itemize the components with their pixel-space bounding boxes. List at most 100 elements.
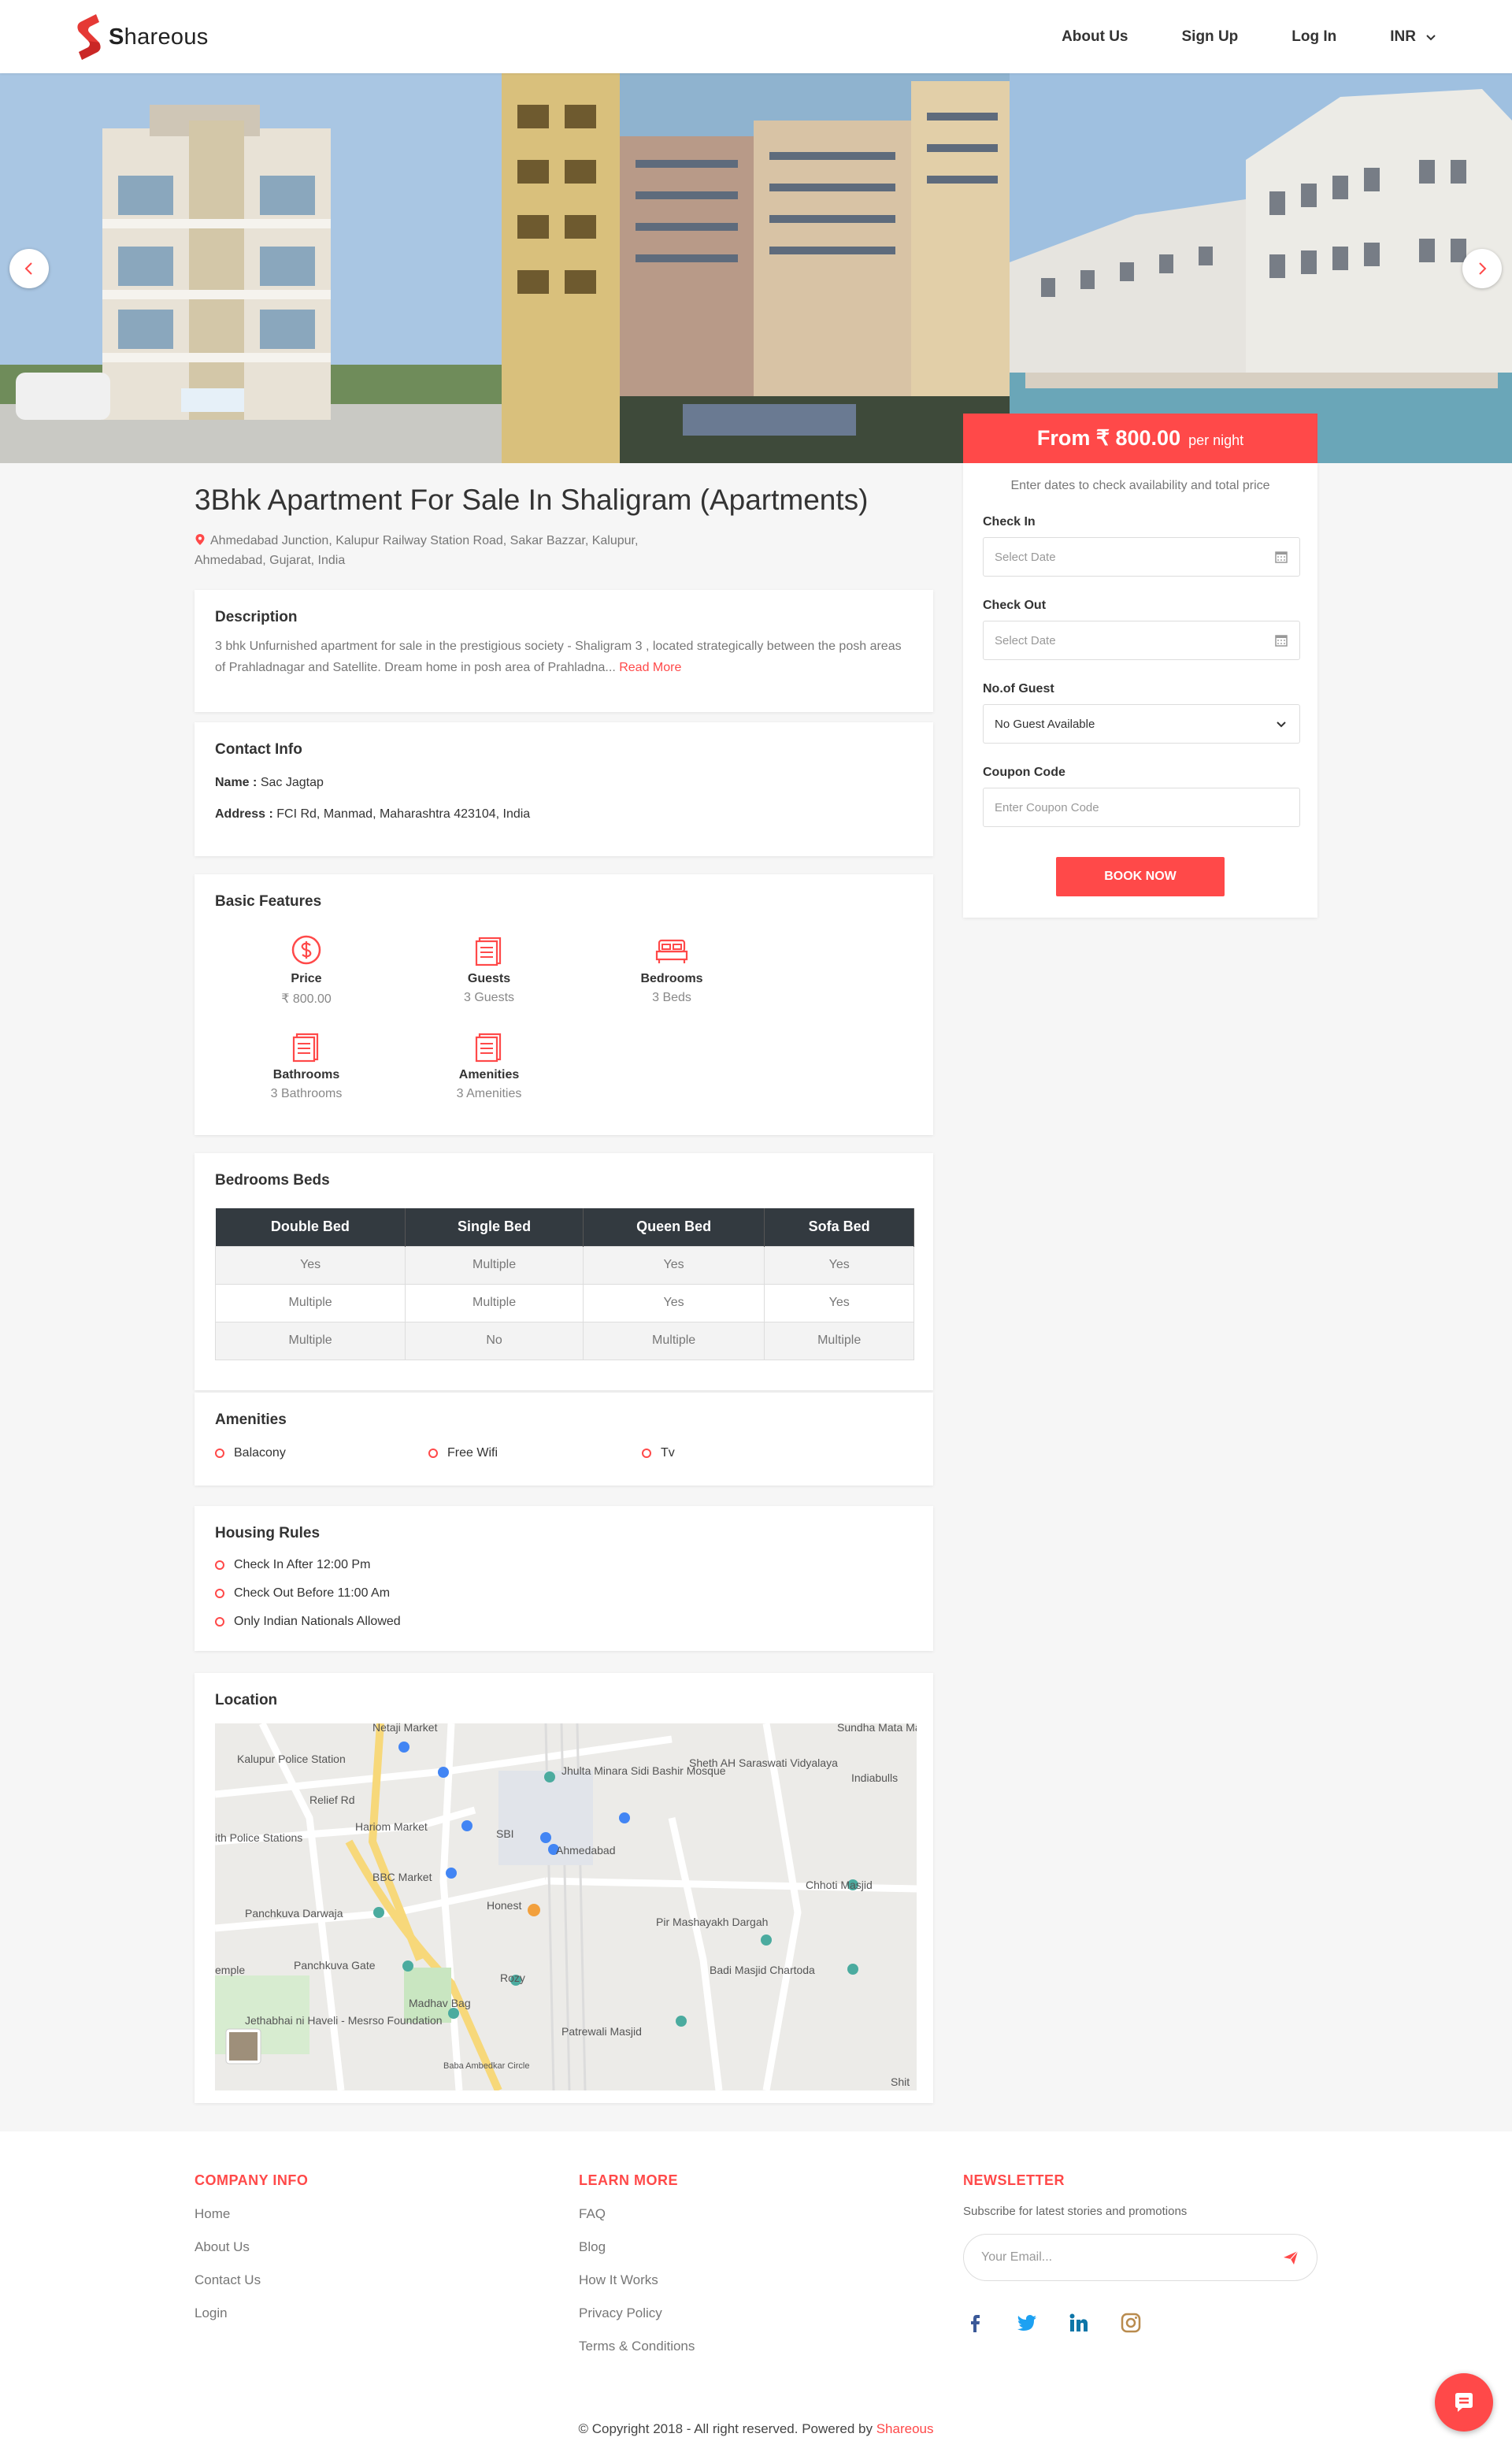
document-icon [292,1033,319,1063]
table-row: Multiple No Multiple Multiple [214,1321,914,1360]
features-heading: Basic Features [215,893,322,910]
location-map[interactable]: Netaji Market Sundha Mata Mandir Kalupur… [215,1723,917,2090]
feature-name: Bedrooms [640,972,703,985]
checkin-input[interactable]: Select Date [983,537,1300,577]
footer-link-home[interactable]: Home [195,2206,308,2222]
listing-title: 3Bhk Apartment For Sale In Shaligram (Ap… [195,484,869,516]
list-item: Check In After 12:00 Pm [215,1558,913,1572]
map-label: emple [215,1964,245,1976]
map-label: Shit [891,2075,910,2088]
amenity-label: Balacony [234,1446,286,1460]
checkout-label: Check Out [983,599,1047,612]
map-label: Indiabulls [851,1771,898,1784]
contact-card: Contact Info Name : Sac Jagtap Address :… [195,722,933,856]
footer-learn: LEARN MORE FAQ Blog How It Works Privacy… [579,2172,695,2354]
price-unit: per night [1188,432,1244,448]
nav-sign-up[interactable]: Sign Up [1182,28,1239,46]
checkout-input[interactable]: Select Date [983,621,1300,660]
table-row: Yes Multiple Yes Yes [214,1245,914,1285]
twitter-link[interactable] [1015,2311,1039,2335]
chat-button[interactable] [1435,2373,1493,2432]
rule-label: Check In After 12:00 Pm [234,1558,371,1571]
footer-link-how-it-works[interactable]: How It Works [579,2272,695,2288]
amenity-label: Tv [661,1446,675,1460]
nav-about-us[interactable]: About Us [1062,28,1128,46]
table-row: Multiple Multiple Yes Yes [214,1283,914,1322]
read-more-link[interactable]: Read More [619,661,681,674]
nav-log-in[interactable]: Log In [1292,28,1336,46]
map-label: Badi Masjid Chartoda [710,1964,815,1976]
contact-name: Sac Jagtap [260,776,324,789]
feature-value: 3 Beds [652,991,691,1004]
list-item: Check Out Before 11:00 Am [215,1586,913,1601]
site-logo[interactable]: Shareous [74,13,209,61]
map-label: Netaji Market [372,1723,438,1734]
bullet-circle-icon [215,1560,224,1570]
footer-link-contact-us[interactable]: Contact Us [195,2272,308,2288]
feature-name: Bathrooms [272,1068,340,1081]
hero-image-2 [502,73,1010,463]
carousel-prev-button[interactable] [9,249,49,288]
map-label: Chhoti Masjid [806,1879,873,1891]
map-label: Relief Rd [309,1794,355,1806]
list-item: Free Wifi [428,1446,642,1460]
map-label: Rozy [500,1972,525,1984]
chevron-left-icon [24,262,32,275]
footer-company-heading: COMPANY INFO [195,2172,309,2188]
currency-dropdown[interactable]: INR [1390,28,1436,46]
feature-value: ₹ 800.00 [281,992,332,1006]
map-label: Jethabhai ni Haveli - Mesrso Foundation [245,2014,443,2027]
price-amount: From ₹ 800.00 [1036,426,1181,450]
contact-address: FCI Rd, Manmad, Maharashtra 423104, Indi… [276,807,531,821]
powered-by-link[interactable]: Shareous [876,2421,934,2436]
guests-select[interactable]: No Guest Available [983,704,1300,744]
footer-link-terms[interactable]: Terms & Conditions [579,2339,695,2354]
column-header: Single Bed [405,1208,584,1246]
instagram-icon [1121,2313,1141,2333]
footer-link-faq[interactable]: FAQ [579,2206,695,2222]
column-header: Double Bed [215,1208,406,1246]
list-item: Balacony [215,1446,428,1460]
description-card: Description 3 bhk Unfurnished apartment … [195,590,933,712]
footer-link-login[interactable]: Login [195,2305,308,2321]
bullet-circle-icon [215,1617,224,1627]
feature-price: Price ₹ 800.00 [215,933,398,1007]
book-now-button[interactable]: BOOK NOW [1056,857,1225,896]
map-label: Kalupur Police Station [237,1753,346,1765]
list-item: Tv [642,1446,855,1460]
location-card: Location Netaji Market Sundha Mata M Kal… [195,1673,933,2103]
map-label: Hariom Market [355,1820,428,1833]
table-cell: Yes [764,1283,914,1322]
newsletter-email-input[interactable]: Your Email... [963,2234,1317,2281]
document-icon [475,1033,502,1063]
coupon-input[interactable]: Enter Coupon Code [983,788,1300,827]
feature-name: Amenities [458,1068,520,1081]
footer-link-about-us[interactable]: About Us [195,2239,308,2255]
footer-link-privacy[interactable]: Privacy Policy [579,2305,695,2321]
calendar-icon [1275,635,1288,647]
chevron-down-icon [1426,34,1436,40]
map-label: Madhav Bag [409,1997,471,2009]
map-label: Panchkuva Darwaja [245,1907,343,1920]
dollar-icon [291,935,321,965]
feature-value: 3 Amenities [456,1087,522,1100]
footer-link-blog[interactable]: Blog [579,2239,695,2255]
table-cell: Multiple [405,1245,584,1285]
send-icon[interactable] [1282,2249,1299,2266]
instagram-link[interactable] [1119,2311,1143,2335]
social-links [963,2311,1317,2335]
contact-address-row: Address : FCI Rd, Manmad, Maharashtra 42… [215,807,913,822]
linkedin-link[interactable] [1067,2311,1091,2335]
carousel-next-button[interactable] [1462,249,1502,288]
hero-carousel [0,73,1512,463]
table-cell: Yes [764,1245,914,1285]
rule-label: Only Indian Nationals Allowed [234,1615,401,1628]
description-body: 3 bhk Unfurnished apartment for sale in … [215,640,902,674]
map-label: Honest [487,1899,521,1912]
map-label: Sundha Mata Mandir [837,1723,917,1734]
facebook-link[interactable] [963,2311,987,2335]
newsletter-subtitle: Subscribe for latest stories and promoti… [963,2205,1188,2218]
coupon-label: Coupon Code [983,766,1065,779]
newsletter-placeholder: Your Email... [981,2250,1053,2264]
twitter-icon [1017,2315,1036,2331]
